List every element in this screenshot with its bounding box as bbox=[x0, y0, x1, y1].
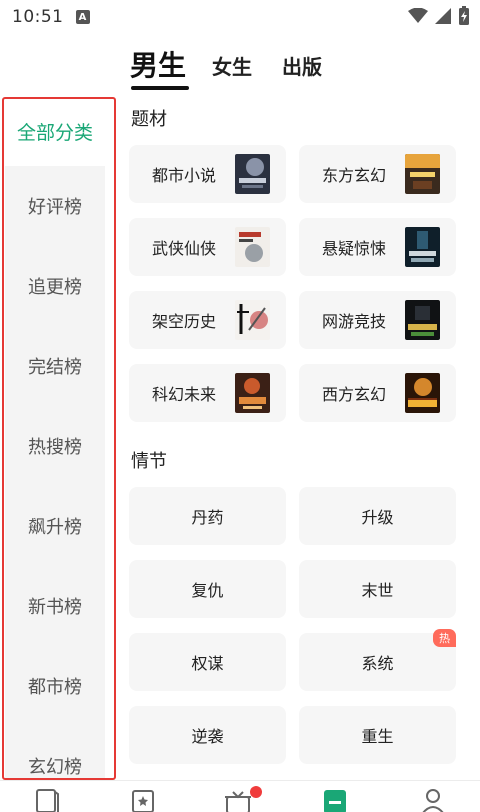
genres-section-title: 题材 bbox=[131, 109, 167, 130]
sidebar-item-completed[interactable]: 完结榜 bbox=[5, 326, 105, 406]
sidebar-item-urban[interactable]: 都市榜 bbox=[5, 646, 105, 726]
tab-publishing[interactable]: 出版 bbox=[282, 51, 322, 84]
genre-card-suspense[interactable]: 悬疑惊悚 bbox=[299, 218, 456, 276]
book-cover-icon bbox=[235, 227, 270, 267]
plot-card-revenge[interactable]: 复仇 bbox=[129, 560, 286, 618]
sidebar-item-top-rated[interactable]: 好评榜 bbox=[5, 166, 105, 246]
bottom-nav-divider bbox=[0, 780, 480, 781]
plot-label: 系统 bbox=[361, 654, 394, 673]
genre-label: 架空历史 bbox=[152, 312, 217, 331]
plot-card-rebirth[interactable]: 重生 bbox=[299, 706, 456, 764]
tab-male[interactable]: 男生 bbox=[130, 44, 186, 84]
genre-label: 悬疑惊悚 bbox=[322, 239, 387, 258]
book-cover-icon bbox=[405, 227, 440, 267]
plot-card-elixir[interactable]: 丹药 bbox=[129, 487, 286, 545]
genre-card-esports[interactable]: 网游竞技 bbox=[299, 291, 456, 349]
hot-badge: 热 bbox=[433, 629, 456, 647]
bottom-nav bbox=[0, 780, 480, 812]
genre-label: 武侠仙侠 bbox=[152, 239, 217, 258]
sidebar-item-fantasy[interactable]: 玄幻榜 bbox=[5, 726, 105, 780]
notification-dot bbox=[250, 786, 262, 798]
status-icons bbox=[408, 6, 470, 30]
status-bar: 10:51 A bbox=[0, 0, 480, 34]
book-cover-icon bbox=[235, 300, 270, 340]
gift-icon[interactable] bbox=[224, 788, 252, 812]
genre-label: 网游竞技 bbox=[322, 312, 387, 331]
book-cover-icon bbox=[405, 154, 440, 194]
signal-icon bbox=[434, 7, 452, 29]
genre-label: 科幻未来 bbox=[152, 385, 217, 404]
sidebar-item-new-books[interactable]: 新书榜 bbox=[5, 566, 105, 646]
plot-card-level-up[interactable]: 升级 bbox=[299, 487, 456, 545]
sidebar-item-most-followed[interactable]: 追更榜 bbox=[5, 246, 105, 326]
genre-card-western-fantasy[interactable]: 西方玄幻 bbox=[299, 364, 456, 422]
category-sidebar: 全部分类 好评榜 追更榜 完结榜 热搜榜 飙升榜 新书榜 都市榜 玄幻榜 bbox=[5, 96, 105, 780]
featured-icon[interactable] bbox=[130, 788, 156, 812]
genre-card-urban[interactable]: 都市小说 bbox=[129, 145, 286, 203]
genre-card-scifi[interactable]: 科幻未来 bbox=[129, 364, 286, 422]
category-icon[interactable] bbox=[322, 788, 348, 812]
bookshelf-icon[interactable] bbox=[34, 788, 60, 812]
book-cover-icon bbox=[405, 373, 440, 413]
book-cover-icon bbox=[235, 373, 270, 413]
battery-charging-icon bbox=[458, 6, 470, 30]
genre-card-alt-history[interactable]: 架空历史 bbox=[129, 291, 286, 349]
genre-label: 西方玄幻 bbox=[322, 385, 387, 404]
gender-tabs: 男生 女生 出版 bbox=[130, 40, 352, 84]
book-cover-icon bbox=[235, 154, 270, 194]
notification-a-icon: A bbox=[75, 10, 90, 24]
sidebar-item-hot-search[interactable]: 热搜榜 bbox=[5, 406, 105, 486]
plot-card-apocalypse[interactable]: 末世 bbox=[299, 560, 456, 618]
plot-card-scheming[interactable]: 权谋 bbox=[129, 633, 286, 691]
genre-label: 都市小说 bbox=[152, 166, 217, 185]
plots-section-title: 情节 bbox=[131, 451, 167, 472]
active-tab-indicator bbox=[131, 86, 189, 90]
status-time: 10:51 bbox=[12, 7, 64, 27]
wifi-icon bbox=[408, 7, 428, 28]
genre-label: 东方玄幻 bbox=[322, 166, 387, 185]
genre-card-wuxia[interactable]: 武侠仙侠 bbox=[129, 218, 286, 276]
sidebar-item-all-categories[interactable]: 全部分类 bbox=[5, 96, 105, 166]
tab-female[interactable]: 女生 bbox=[212, 51, 252, 84]
book-cover-icon bbox=[405, 300, 440, 340]
plot-card-comeback[interactable]: 逆袭 bbox=[129, 706, 286, 764]
plot-card-system[interactable]: 系统 热 bbox=[299, 629, 456, 691]
sidebar-item-rising[interactable]: 飙升榜 bbox=[5, 486, 105, 566]
genre-card-eastern-fantasy[interactable]: 东方玄幻 bbox=[299, 145, 456, 203]
profile-icon[interactable] bbox=[420, 788, 446, 812]
